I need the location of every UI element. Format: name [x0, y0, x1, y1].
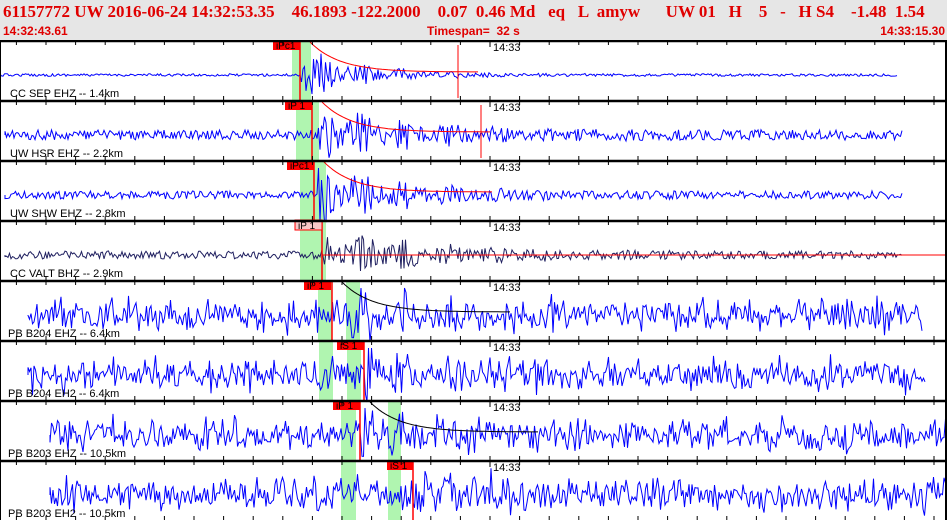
minute-label: 14:33	[493, 222, 521, 234]
pick-label[interactable]: iS 1	[390, 461, 408, 472]
pick-label[interactable]: iP 1	[307, 281, 324, 292]
minute-label: 14:33	[493, 102, 521, 114]
timespan: Timespan= 32 s	[427, 24, 520, 38]
pick-label[interactable]: iP 1	[288, 101, 305, 112]
channel-label: UW HSR EHZ -- 2.2km	[10, 148, 123, 160]
minute-label: 14:33	[493, 342, 521, 354]
minute-label: 14:33	[493, 282, 521, 294]
start-time: 14:32:43.61	[3, 24, 68, 38]
waveform	[0, 53, 898, 95]
waveform	[49, 468, 947, 516]
minute-label: 14:33	[493, 462, 521, 474]
channel-label: PB B203 EHZ -- 10.5km	[8, 448, 126, 460]
waveform	[4, 112, 903, 158]
end-time: 14:33:15.30	[880, 24, 945, 38]
trace-7[interactable]: iP 1 PB B203 EHZ -- 10.5km 14:33	[0, 399, 947, 460]
seismogram-panel[interactable]: iPc1 CC SEP EHZ -- 1.4km 14:33 iP 1 UW HSR E…	[0, 40, 947, 520]
channel-label: PB B203 EH2 -- 10.5km	[8, 508, 125, 520]
pick-label[interactable]: iS 1	[340, 341, 358, 352]
channel-label: UW SHW EHZ -- 2.8km	[10, 208, 126, 220]
minute-label: 14:33	[493, 162, 521, 174]
trace-8[interactable]: iS 1 PB B203 EH2 -- 10.5km 14:33	[0, 459, 947, 520]
channel-label: CC VALT BHZ -- 2.9km	[10, 268, 123, 280]
channel-label: PB B204 EH2 -- 6.4km	[8, 388, 119, 400]
trace-2[interactable]: iP 1 UW HSR EHZ -- 2.2km 14:33	[0, 99, 947, 160]
minute-label: 14:33	[493, 402, 521, 414]
trace-6[interactable]: iS 1 PB B204 EH2 -- 6.4km 14:33	[0, 339, 947, 403]
waveform	[27, 347, 926, 403]
coda-curve	[323, 161, 492, 193]
trace-4[interactable]: iP 1CC VALT BHZ -- 2.9km14:33	[0, 219, 947, 280]
waveform	[4, 235, 903, 272]
event-header: 61157772 UW 2016-06-24 14:32:53.35 46.18…	[0, 0, 947, 40]
pick-label[interactable]: iP 1	[336, 401, 353, 412]
pick-label[interactable]: iPc1	[276, 41, 296, 52]
pick-window	[388, 400, 401, 460]
trace-3[interactable]: iPc1 UW SHW EHZ -- 2.8km 14:33	[0, 159, 947, 223]
waveform	[4, 167, 903, 223]
channel-label: CC SEP EHZ -- 1.4km	[10, 88, 119, 100]
trace-5[interactable]: iP 1 PB B204 EHZ -- 6.4km 14:33	[0, 279, 947, 342]
trace-1[interactable]: iPc1 CC SEP EHZ -- 1.4km 14:33	[0, 40, 947, 100]
minute-label: 14:33	[493, 42, 521, 54]
waveform	[49, 407, 947, 457]
event-summary: 61157772 UW 2016-06-24 14:32:53.35 46.18…	[3, 2, 925, 21]
channel-label: PB B204 EHZ -- 6.4km	[8, 328, 120, 340]
pick-label[interactable]: iPc1	[290, 161, 310, 172]
waveform	[27, 287, 923, 342]
coda-curve	[309, 41, 478, 73]
